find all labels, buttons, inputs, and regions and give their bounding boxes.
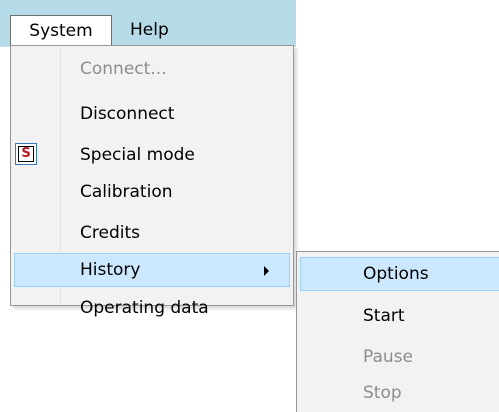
menu-item-label: Disconnect — [80, 104, 175, 124]
menu-item-label: Start — [363, 306, 405, 326]
menu-item-calibration[interactable]: Calibration — [14, 175, 290, 209]
menu-system[interactable]: System — [10, 15, 112, 46]
menu-item-connect: Connect... — [14, 52, 290, 86]
system-dropdown-menu: Connect... Disconnect S Special mode Cal… — [10, 45, 294, 318]
menu-item-label: Operating data — [80, 298, 209, 318]
submenu-item-pause: Pause — [300, 340, 499, 374]
menu-item-history[interactable]: History — [14, 253, 290, 287]
menu-item-label: Options — [363, 264, 429, 284]
submenu-item-stop: Stop — [300, 376, 499, 410]
app-window: System Help Connect... Disconnect S Spec… — [0, 0, 499, 412]
menu-bar: System Help — [0, 0, 296, 47]
menu-item-label: History — [80, 260, 141, 280]
menu-item-label: Credits — [80, 223, 140, 243]
menu-item-label: Special mode — [80, 145, 195, 165]
menu-help[interactable]: Help — [130, 15, 186, 46]
submenu-item-options[interactable]: Options — [300, 257, 499, 291]
menu-item-label: Pause — [363, 347, 413, 367]
menu-item-label: Connect... — [80, 59, 167, 79]
menu-item-operating-data[interactable]: Operating data — [14, 291, 290, 325]
menu-item-special-mode[interactable]: S Special mode — [14, 138, 290, 172]
menu-item-credits[interactable]: Credits — [14, 216, 290, 250]
special-mode-s-icon-letter: S — [18, 146, 34, 162]
submenu-arrow-icon — [264, 266, 269, 276]
menu-item-disconnect[interactable]: Disconnect — [14, 97, 290, 131]
history-submenu: Options Start Pause Stop — [296, 251, 499, 412]
menu-item-label: Stop — [363, 383, 402, 403]
menu-item-label: Calibration — [80, 182, 173, 202]
special-mode-s-icon: S — [15, 143, 37, 165]
submenu-item-start[interactable]: Start — [300, 299, 499, 333]
